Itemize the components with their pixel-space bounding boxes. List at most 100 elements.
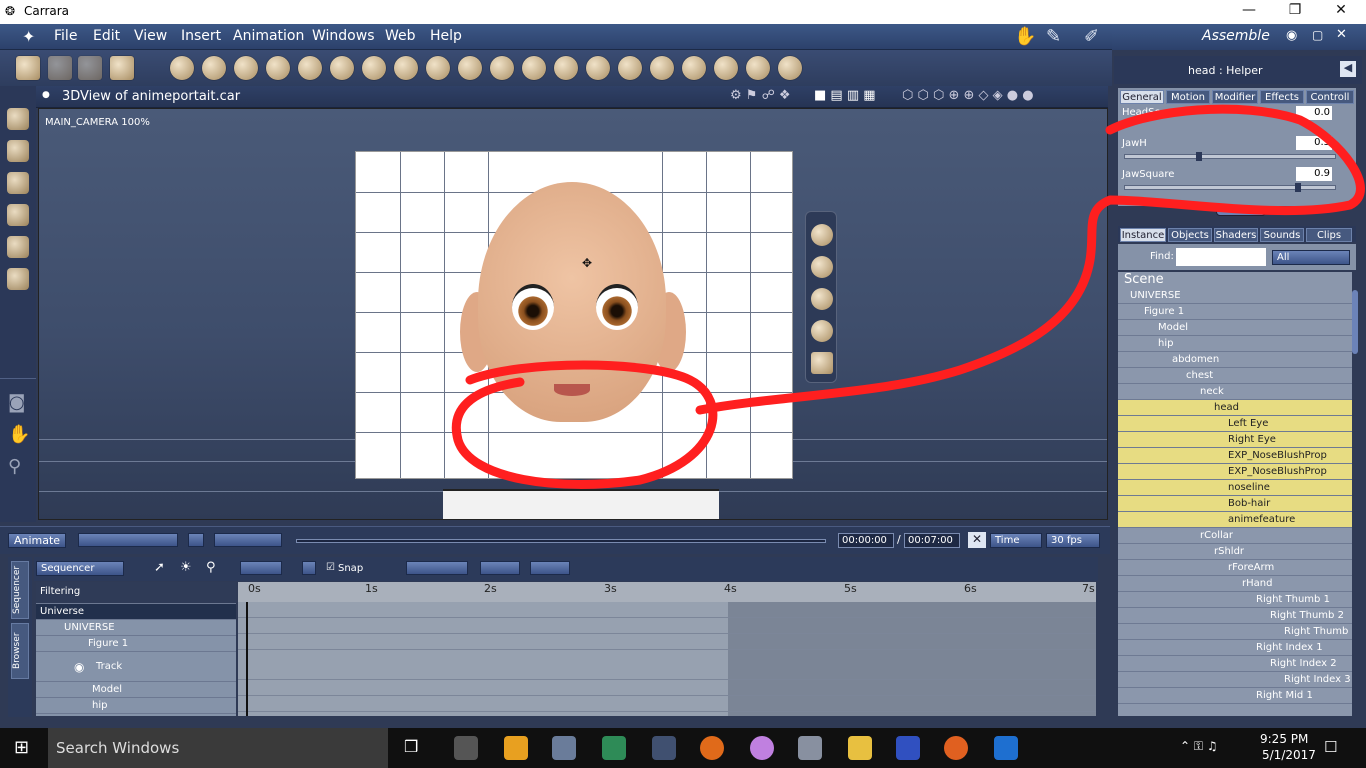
scene-tree-node[interactable]: EXP_NoseBlushProp xyxy=(1118,448,1352,464)
close-panel-icon[interactable]: ✕ xyxy=(1336,27,1347,42)
filter-select[interactable]: All xyxy=(1272,250,1350,265)
sphere-icon[interactable] xyxy=(170,56,194,80)
find-input[interactable] xyxy=(1176,248,1266,266)
sequencer-row[interactable]: Universe xyxy=(36,604,236,620)
fps-select[interactable]: 30 fps xyxy=(1046,533,1100,548)
wand-tool-icon[interactable] xyxy=(16,56,40,80)
firefox-icon[interactable] xyxy=(944,736,968,760)
headsc-value[interactable]: 0.0 xyxy=(1296,106,1332,120)
options-dropdown-icon[interactable] xyxy=(302,561,316,575)
view-tools-icon[interactable]: ⚙ ⚑ ☍ ❖ xyxy=(730,88,791,103)
scene-tree-node[interactable]: rForeArm xyxy=(1118,560,1352,576)
scene-tree-node[interactable]: hip xyxy=(1118,336,1352,352)
spreadsheet-icon[interactable] xyxy=(602,736,626,760)
trackball-icon[interactable] xyxy=(811,320,833,342)
hand-room-icon[interactable]: ✋ xyxy=(1014,26,1036,47)
carrara-taskbar-icon[interactable] xyxy=(552,736,576,760)
tab-browser[interactable]: Browser xyxy=(11,623,29,679)
scene-tree-node[interactable]: Right Index 3 xyxy=(1118,672,1352,688)
scene-tree-node[interactable]: abdomen xyxy=(1118,352,1352,368)
magnify-tool-icon[interactable]: ⚲ xyxy=(206,560,216,575)
scene-tree-node[interactable]: Right Thumb 2 xyxy=(1118,608,1352,624)
cloud-icon[interactable] xyxy=(458,56,482,80)
bone-icon[interactable] xyxy=(778,56,802,80)
scene-tree-node[interactable]: Right Index 2 xyxy=(1118,656,1352,672)
figure-icon[interactable] xyxy=(202,56,226,80)
frame-tools-icon[interactable] xyxy=(240,561,282,575)
tab-controll[interactable]: Controll xyxy=(1306,90,1354,104)
eyedropper-icon[interactable] xyxy=(7,236,29,258)
file-explorer-icon[interactable] xyxy=(848,736,872,760)
menu-file[interactable]: File xyxy=(54,28,77,44)
scene-tree-node[interactable]: Right Mid 1 xyxy=(1118,688,1352,704)
move-xz-icon[interactable] xyxy=(811,256,833,278)
scene-tree-node[interactable]: EXP_NoseBlushProp xyxy=(1118,464,1352,480)
paint-app-icon[interactable] xyxy=(504,736,528,760)
scale-icon[interactable] xyxy=(7,204,29,226)
figure-app-icon[interactable] xyxy=(896,736,920,760)
time-ruler[interactable]: 0s 1s 2s 3s 4s 5s 6s 7s xyxy=(238,582,1096,602)
sequencer-row[interactable]: Model xyxy=(36,682,236,698)
menu-animation[interactable]: Animation xyxy=(233,28,304,44)
search-box[interactable]: Search Windows xyxy=(48,728,388,768)
paint-tool-icon[interactable] xyxy=(110,56,134,80)
tab-objects[interactable]: Objects xyxy=(1168,228,1212,242)
scene-tree-node[interactable]: UNIVERSE xyxy=(1118,288,1352,304)
animate-button[interactable]: Animate xyxy=(8,533,66,548)
move-arrow-icon[interactable] xyxy=(7,140,29,162)
storyboard-room-icon[interactable]: ✐ xyxy=(1084,26,1099,47)
close-button[interactable]: ✕ xyxy=(1318,2,1364,18)
maximize-panel-icon[interactable]: ▢ xyxy=(1312,28,1323,42)
menu-windows[interactable]: Windows xyxy=(312,28,375,44)
helper-icon[interactable]: ✥ xyxy=(582,256,592,270)
scene-tree-node[interactable]: Model xyxy=(1118,320,1352,336)
tab-instance[interactable]: Instance xyxy=(1120,228,1166,242)
tray-icons[interactable]: ⌃ ⚿ ♫ xyxy=(1180,739,1218,754)
scene-tree-node[interactable]: Right Thumb xyxy=(1118,624,1352,640)
scene-tree-node[interactable]: head xyxy=(1118,400,1352,416)
spotlight-icon[interactable] xyxy=(650,56,674,80)
layout-icon[interactable]: ■ ▤ ▥ ▦ xyxy=(814,88,876,103)
torus-icon[interactable] xyxy=(298,56,322,80)
3d-viewport[interactable]: MAIN_CAMERA 100% ✥ xyxy=(38,108,1108,520)
replicator-icon[interactable] xyxy=(522,56,546,80)
scene-tree-node[interactable]: neck xyxy=(1118,384,1352,400)
terrain-icon[interactable] xyxy=(394,56,418,80)
current-time-field[interactable]: 00:00:00 xyxy=(838,533,894,548)
color-app-icon[interactable] xyxy=(750,736,774,760)
camera-icon[interactable]: ◙ xyxy=(8,392,25,413)
scene-tree-node[interactable]: animefeature xyxy=(1118,512,1352,528)
collapse-panel-icon[interactable]: ◀ xyxy=(1340,61,1356,77)
zoom-icon[interactable]: ⚲ xyxy=(8,456,21,477)
minimize-button[interactable]: — xyxy=(1226,2,1272,18)
bend-tool-icon[interactable] xyxy=(78,56,102,80)
bowl-icon[interactable] xyxy=(618,56,642,80)
gimp-icon[interactable] xyxy=(454,736,478,760)
plant-icon[interactable] xyxy=(426,56,450,80)
menu-insert[interactable]: Insert xyxy=(181,28,221,44)
menu-help[interactable]: Help xyxy=(430,28,462,44)
end-time-field[interactable]: 00:07:00 xyxy=(904,533,960,548)
scene-tree-node[interactable]: chest xyxy=(1118,368,1352,384)
scene-tree-node[interactable]: noseline xyxy=(1118,480,1352,496)
light-array-icon[interactable] xyxy=(714,56,738,80)
tab-sounds[interactable]: Sounds xyxy=(1260,228,1304,242)
scene-tree-node[interactable]: rShldr xyxy=(1118,544,1352,560)
fan-icon[interactable] xyxy=(554,56,578,80)
tab-sequencer[interactable]: Sequencer xyxy=(11,561,29,619)
tab-motion[interactable]: Motion xyxy=(1166,90,1210,104)
jawh-value[interactable]: 0.3 xyxy=(1296,136,1332,150)
edge-icon[interactable] xyxy=(994,736,1018,760)
snap-checkbox[interactable]: ☑ xyxy=(326,562,335,573)
time-mode-select[interactable]: Time xyxy=(990,533,1042,548)
jawh-slider[interactable] xyxy=(1124,152,1336,161)
jawsquare-slider[interactable] xyxy=(1124,183,1336,192)
scene-tree-node[interactable]: Right Index 1 xyxy=(1118,640,1352,656)
hand-tool-icon[interactable] xyxy=(48,56,72,80)
playback-controls-icon[interactable] xyxy=(78,533,178,547)
tab-effects[interactable]: Effects xyxy=(1260,90,1304,104)
move-xy-icon[interactable] xyxy=(811,224,833,246)
cube-view-icon[interactable] xyxy=(811,352,833,374)
carrara-alt-icon[interactable] xyxy=(798,736,822,760)
sequencer-mode-select[interactable]: Sequencer xyxy=(36,561,124,576)
